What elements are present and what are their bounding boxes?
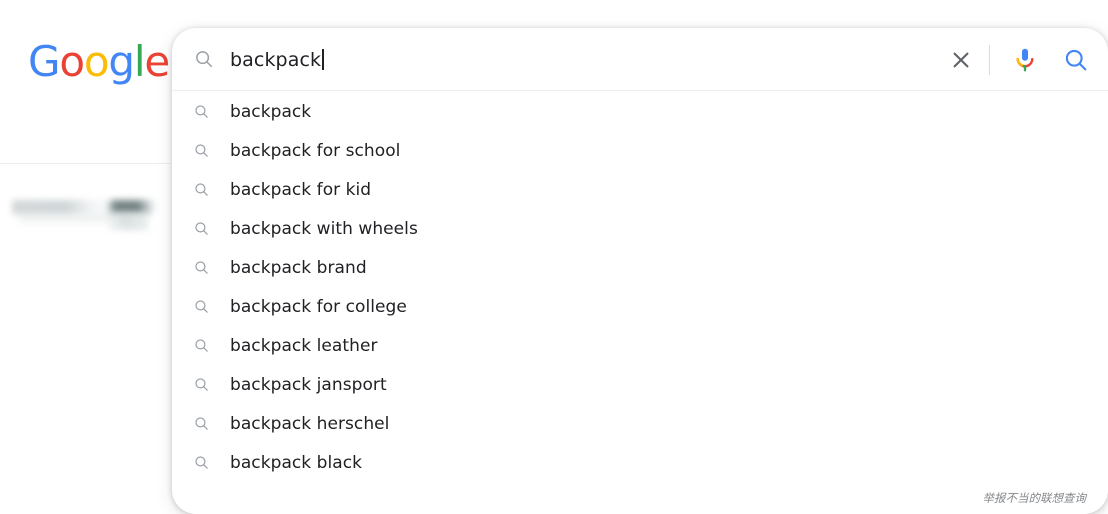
list-item[interactable]: backpack for school <box>172 131 1108 170</box>
suggestion-label: backpack leather <box>230 335 378 356</box>
list-item[interactable]: backpack black <box>172 443 1108 482</box>
search-icon <box>193 415 210 432</box>
report-predictions-link[interactable]: 举报不当的联想查询 <box>983 490 1087 506</box>
search-icon <box>193 48 215 70</box>
redacted-content-block-secondary <box>108 212 148 230</box>
search-icon <box>193 181 210 198</box>
icon-divider <box>989 45 990 75</box>
list-item[interactable]: backpack with wheels <box>172 209 1108 248</box>
text-caret <box>322 49 324 70</box>
logo-letter-5: l <box>133 37 146 86</box>
suggestion-label: backpack for kid <box>230 179 372 200</box>
search-icon <box>193 337 210 354</box>
list-item[interactable]: backpack leather <box>172 326 1108 365</box>
suggestion-label: backpack for college <box>230 296 407 317</box>
logo-letter-6: e <box>144 37 170 86</box>
search-icon <box>193 259 210 276</box>
logo-letter-1: G <box>28 37 61 86</box>
list-item[interactable]: backpack herschel <box>172 404 1108 443</box>
list-item[interactable]: backpack for kid <box>172 170 1108 209</box>
suggestion-label: backpack jansport <box>230 374 387 395</box>
browser-screen: Google backpack backpack backpack for sc… <box>0 0 1108 514</box>
list-item[interactable]: backpack jansport <box>172 365 1108 404</box>
suggestion-label: backpack with wheels <box>230 218 418 239</box>
search-input[interactable]: backpack <box>230 28 948 91</box>
content-divider <box>0 163 170 164</box>
search-icon <box>193 142 210 159</box>
logo-letter-2: o <box>59 37 85 86</box>
suggestion-label: backpack brand <box>230 257 367 278</box>
search-icon <box>193 298 210 315</box>
suggestion-label: backpack herschel <box>230 413 390 434</box>
input-suggestions-divider <box>172 90 1108 91</box>
suggestions-list: backpack backpack for school backpack fo… <box>172 92 1108 482</box>
search-input-value: backpack <box>230 48 322 71</box>
list-item[interactable]: backpack <box>172 92 1108 131</box>
search-icon <box>193 103 210 120</box>
list-item[interactable]: backpack brand <box>172 248 1108 287</box>
microphone-icon[interactable] <box>1010 45 1040 75</box>
search-icon <box>193 454 210 471</box>
logo-letter-3: o <box>83 37 110 86</box>
close-icon[interactable] <box>947 46 975 74</box>
search-overlay-card: backpack backpack backpack for school ba… <box>172 28 1108 514</box>
search-icon <box>193 376 210 393</box>
search-icon <box>193 220 210 237</box>
search-submit-icon[interactable] <box>1062 46 1090 74</box>
suggestion-label: backpack for school <box>230 140 401 161</box>
suggestion-label: backpack black <box>230 452 363 473</box>
logo-letter-4: g <box>108 37 135 86</box>
google-logo: Google <box>28 37 170 86</box>
suggestion-label: backpack <box>230 101 312 122</box>
list-item[interactable]: backpack for college <box>172 287 1108 326</box>
search-input-row[interactable]: backpack <box>172 28 1108 91</box>
